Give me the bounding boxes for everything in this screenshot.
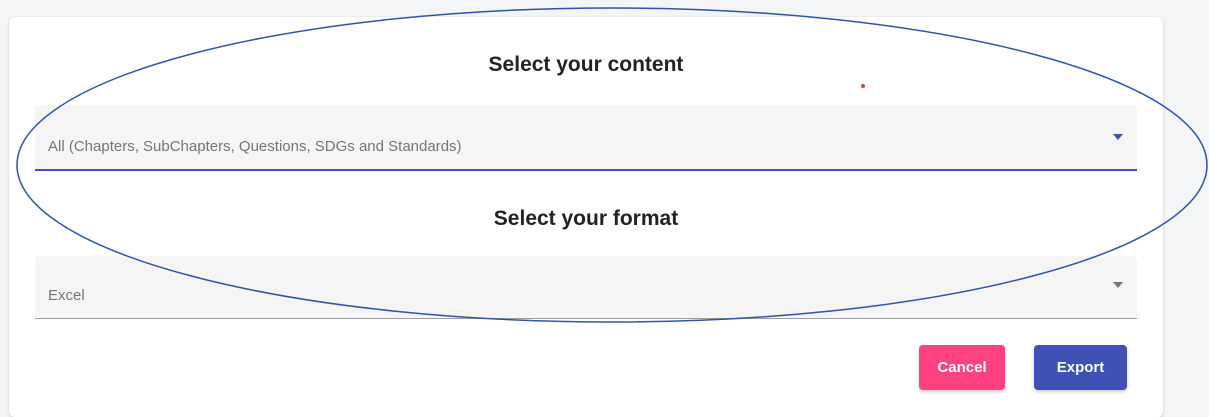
- format-select[interactable]: Excel: [35, 256, 1137, 319]
- export-button[interactable]: Export: [1034, 345, 1127, 390]
- annotation-dot: [861, 84, 865, 88]
- format-select-value: Excel: [48, 287, 85, 304]
- export-dialog-card: Select your content All (Chapters, SubCh…: [9, 17, 1163, 417]
- content-select-value: All (Chapters, SubChapters, Questions, S…: [48, 138, 462, 155]
- dropdown-arrow-icon[interactable]: [1113, 134, 1123, 140]
- cancel-button[interactable]: Cancel: [919, 345, 1005, 390]
- content-heading: Select your content: [488, 53, 684, 76]
- format-heading: Select your format: [493, 207, 679, 230]
- content-select[interactable]: All (Chapters, SubChapters, Questions, S…: [35, 105, 1137, 171]
- dropdown-arrow-icon[interactable]: [1113, 282, 1123, 288]
